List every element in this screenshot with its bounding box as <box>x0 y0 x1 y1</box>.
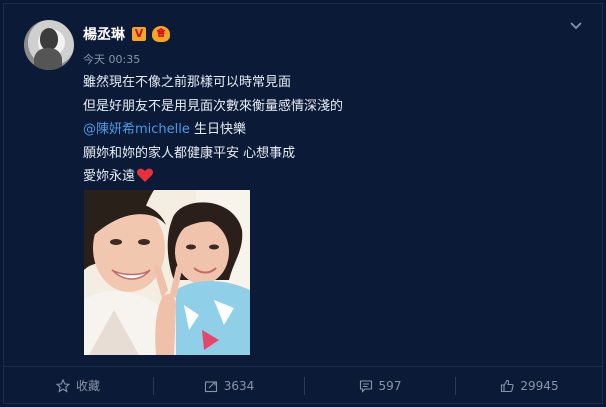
like-button[interactable]: 29945 <box>456 367 603 404</box>
favorite-label: 收藏 <box>75 379 100 393</box>
thumbs-up-icon <box>501 379 515 392</box>
author-name[interactable]: 楊丞琳 <box>83 24 125 44</box>
favorite-button[interactable]: 收藏 <box>3 367 153 404</box>
post-text-line-4: 願妳和妳的家人都健康平安 心想事成 <box>83 145 296 161</box>
repost-button[interactable]: 3634 <box>154 367 304 404</box>
comment-count: 597 <box>378 378 402 393</box>
like-count: 29945 <box>520 378 559 393</box>
repost-count: 3634 <box>223 378 255 393</box>
post-text-line-5: 愛妳永遠 <box>83 165 563 189</box>
mention-link[interactable]: @陳妍希michelle <box>83 122 190 137</box>
post-text-line-5-text: 愛妳永遠 <box>83 169 136 184</box>
comment-button[interactable]: 597 <box>305 367 455 404</box>
vip-badge-icon: 會 <box>152 26 170 42</box>
verified-badge-icon: V <box>132 27 146 41</box>
post-timestamp[interactable]: 今天 00:35 <box>83 51 140 67</box>
repost-icon <box>204 380 217 392</box>
star-icon <box>55 378 70 393</box>
comment-icon <box>359 379 372 393</box>
post-text: 雖然現在不像之前那樣可以時常見面 但是好朋友不是用見面次數來衡量感情深淺的 @陳… <box>83 71 563 189</box>
post-photo[interactable] <box>84 190 250 355</box>
birthday-greeting: 生日快樂 <box>189 122 247 137</box>
post-text-line-2: 但是好朋友不是用見面次數來衡量感情深淺的 <box>83 98 344 114</box>
post-text-line-1: 雖然現在不像之前那樣可以時常見面 <box>83 75 292 90</box>
selfie-photo-illustration <box>84 190 250 355</box>
avatar-silhouette-body <box>34 48 62 70</box>
author-avatar[interactable] <box>24 20 74 70</box>
chevron-down-icon[interactable] <box>568 18 584 34</box>
avatar-silhouette-head <box>40 28 58 50</box>
red-heart-icon <box>137 168 154 182</box>
post-action-bar: 收藏 3634 597 29945 <box>3 366 603 404</box>
post-text-line-3: @陳妍希michelle 生日快樂 <box>83 118 563 142</box>
